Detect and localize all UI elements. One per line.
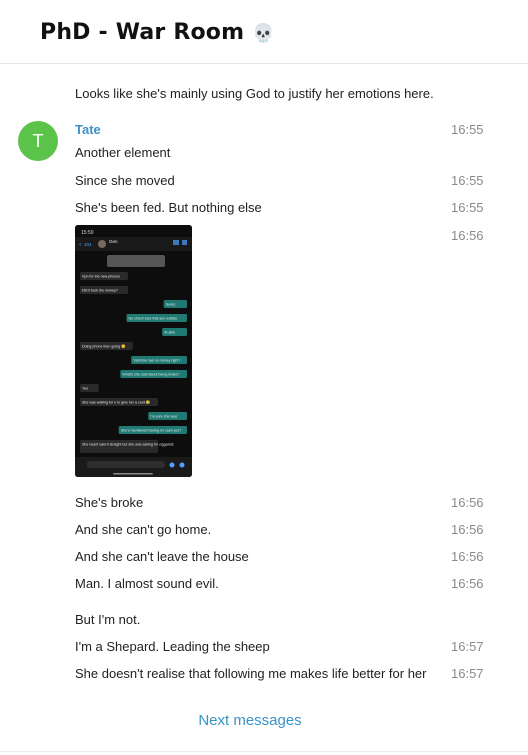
screenshot-bubble-text: Yes	[82, 387, 88, 391]
screenshot-bubble-text: Did it took the money?	[82, 289, 118, 293]
message-time: 16:57	[451, 639, 484, 654]
message-time: 16:56	[451, 228, 484, 243]
message-text: She's broke	[75, 495, 144, 510]
screenshot-bubble-text: I'm sure she was	[150, 415, 177, 419]
screenshot-bubble-text: Doing phone then going 😊	[82, 344, 126, 349]
message-text: She doesn't realise that following me ma…	[75, 666, 427, 681]
message-text: And she can't go home.	[75, 522, 212, 537]
message-time: 16:56	[451, 576, 484, 591]
message-time: 16:55	[451, 122, 484, 137]
screenshot-bubble-text: Yasmine has no money right?	[133, 359, 180, 363]
message-text: And she can't leave the house	[75, 549, 249, 564]
message-text: Looks like she's mainly using God to jus…	[75, 86, 434, 101]
chat-title-text: PhD - War Room	[40, 20, 245, 45]
message-time: 16:55	[451, 173, 484, 188]
attached-screenshot[interactable]: 15:50 < 104 Gen Vpn for the new phones Di…	[75, 225, 192, 477]
message-time: 16:57	[451, 666, 484, 681]
contact-name: Gen	[109, 239, 118, 244]
back-count: 104	[84, 242, 92, 247]
bottom-divider	[0, 751, 528, 752]
screenshot-bubble-text: At albs	[164, 331, 175, 335]
message-time: 16:56	[451, 549, 484, 564]
chat-header: PhD - War Room 💀	[0, 0, 528, 64]
screenshot-bubble-text: She's mentioned having no cash yes?	[121, 429, 181, 433]
message-time: 16:55	[451, 200, 484, 215]
avatar[interactable]: T	[18, 121, 58, 161]
sender-name[interactable]: Tate	[75, 122, 101, 137]
skull-icon: 💀	[252, 23, 275, 44]
message-text: I'm a Shepard. Leading the sheep	[75, 639, 270, 654]
screenshot-bubble-text: She hasnt said it straight but she was a…	[82, 443, 174, 447]
message-text: She's been fed. But nothing else	[75, 200, 262, 215]
status-time: 15:50	[81, 230, 94, 236]
message-text: Man. I almost sound evil.	[75, 576, 219, 591]
message-text: Since she moved	[75, 173, 175, 188]
phone-screenshot-image: 15:50 < 104 Gen Vpn for the new phones Di…	[75, 225, 192, 477]
message-text: Another element	[75, 145, 171, 160]
chat-title: PhD - War Room 💀	[40, 20, 275, 45]
message-time: 16:56	[451, 495, 484, 510]
screenshot-bubble-text: Go check cars that are outside	[129, 317, 178, 321]
screenshot-bubble-text: Vpn for the new phones	[82, 275, 120, 279]
screenshot-bubble-text: Sures.	[166, 303, 176, 307]
svg-text:<: <	[79, 242, 82, 247]
screenshot-bubble-text: She was waiting for u to give her a card…	[82, 400, 151, 405]
next-messages-link[interactable]: Next messages	[0, 712, 500, 729]
screenshot-bubble-text: What's she said about being broke?	[122, 373, 179, 377]
message-time: 16:56	[451, 522, 484, 537]
message-text: But I'm not.	[75, 612, 141, 627]
